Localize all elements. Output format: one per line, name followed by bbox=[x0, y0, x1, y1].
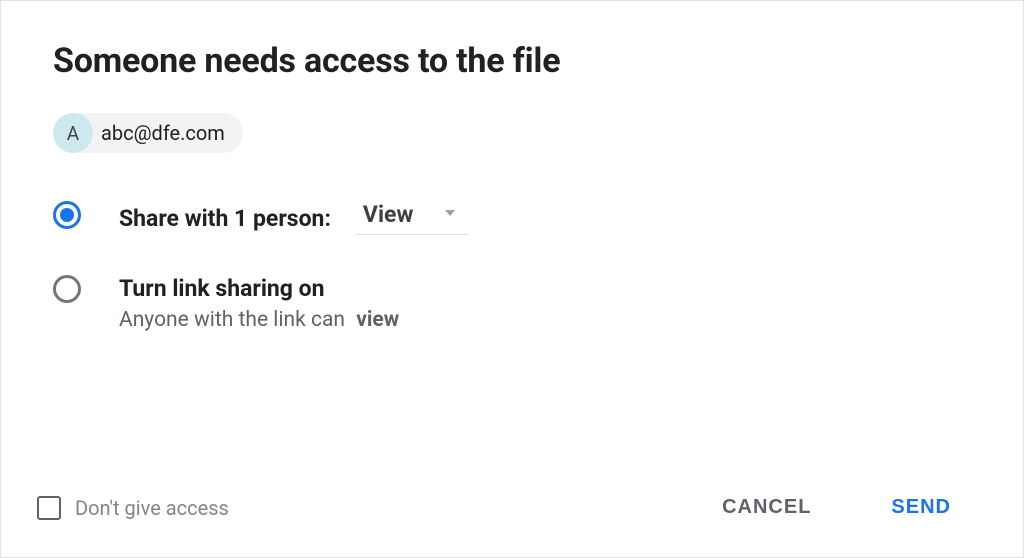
dont-give-access-label: Don't give access bbox=[75, 496, 229, 520]
dialog-title: Someone needs access to the file bbox=[53, 41, 971, 81]
avatar: A bbox=[53, 113, 93, 153]
radio-share-with-person[interactable] bbox=[53, 201, 81, 229]
option-link-subtext-prefix: Anyone with the link can bbox=[119, 308, 345, 332]
permission-select-value: View bbox=[363, 201, 413, 228]
dont-give-access-checkbox[interactable] bbox=[37, 496, 61, 520]
option-link-row: Turn link sharing on Anyone with the lin… bbox=[53, 275, 971, 332]
option-share-label: Share with 1 person: bbox=[119, 205, 331, 232]
option-link-body: Turn link sharing on Anyone with the lin… bbox=[119, 275, 399, 332]
access-request-dialog: Someone needs access to the file A abc@d… bbox=[0, 0, 1024, 558]
options: Share with 1 person: View Turn link shar… bbox=[53, 201, 971, 332]
option-link-subtext-permission: view bbox=[356, 308, 399, 332]
people-row: A abc@dfe.com bbox=[53, 113, 971, 153]
action-bar: Don't give access Cancel Send bbox=[1, 486, 1023, 529]
chevron-down-icon bbox=[441, 209, 459, 221]
permission-select[interactable]: View bbox=[357, 201, 469, 235]
option-link-label: Turn link sharing on bbox=[119, 275, 325, 302]
option-share-body: Share with 1 person: View bbox=[119, 201, 469, 235]
option-link-subtext: Anyone with the link can view bbox=[119, 308, 399, 332]
send-button[interactable]: Send bbox=[873, 486, 969, 529]
person-chip[interactable]: A abc@dfe.com bbox=[53, 113, 243, 153]
avatar-initial: A bbox=[67, 122, 79, 145]
cancel-button[interactable]: Cancel bbox=[704, 486, 829, 529]
radio-link-sharing[interactable] bbox=[53, 275, 81, 303]
dialog-content: Someone needs access to the file A abc@d… bbox=[1, 1, 1023, 332]
person-email: abc@dfe.com bbox=[101, 121, 225, 145]
option-share-row: Share with 1 person: View bbox=[53, 201, 971, 235]
